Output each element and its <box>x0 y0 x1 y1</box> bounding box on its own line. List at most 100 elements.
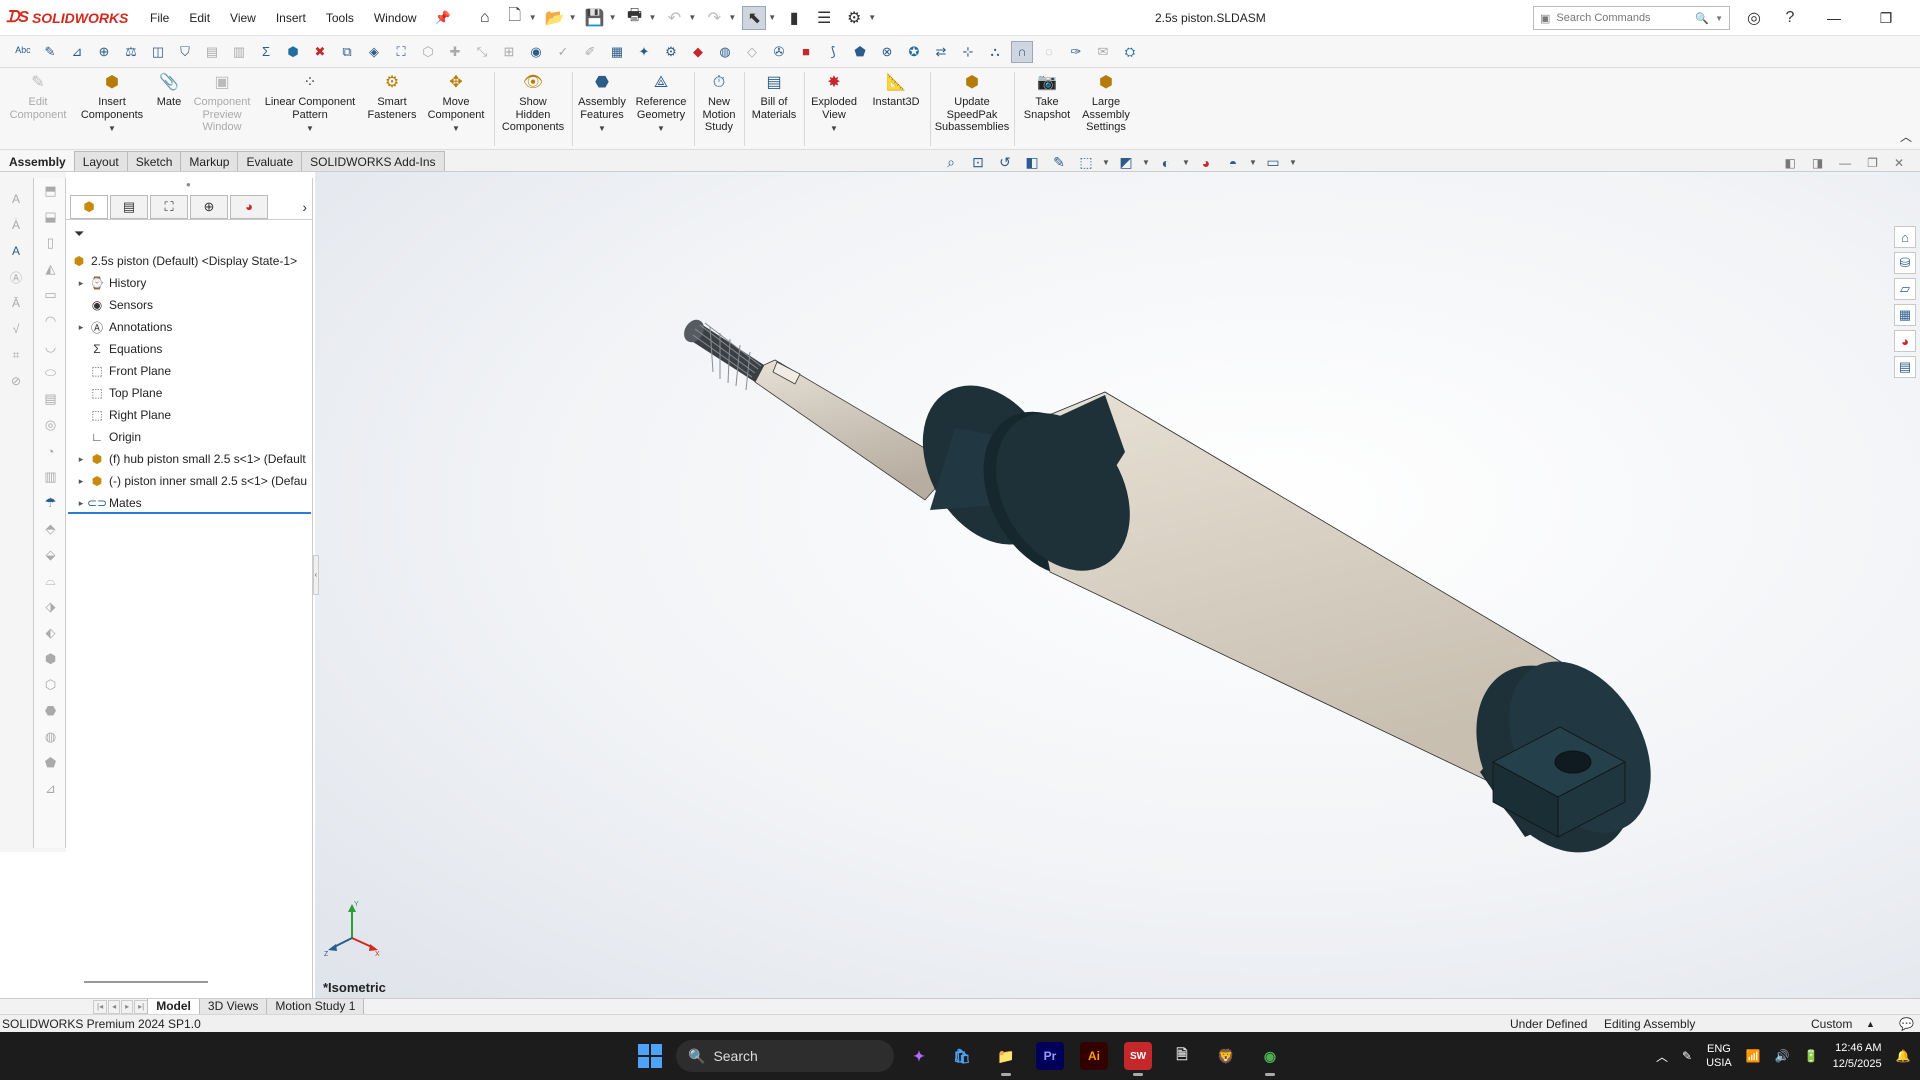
search-input[interactable]: Search Commands <box>1556 12 1650 24</box>
home-icon[interactable]: ⌂ <box>473 6 497 30</box>
sketch-text-icon[interactable]: A <box>4 186 28 212</box>
large-assembly-settings-button[interactable]: ⬢ Large Assembly Settings <box>1078 72 1134 134</box>
spell-check-icon[interactable]: ᴬᵇᶜ <box>12 41 34 63</box>
annotation-a-icon[interactable]: Ȧ <box>4 212 28 238</box>
smart-dimension-icon[interactable]: ⊿ <box>66 41 88 63</box>
strip-tool-18-icon[interactable]: ⬢ <box>34 646 67 672</box>
piston-model[interactable] <box>315 172 1920 998</box>
view-palette-icon[interactable]: ▦ <box>1894 304 1916 326</box>
disabled-tool-3-icon[interactable]: ⬡ <box>417 41 439 63</box>
tree-item-annotations[interactable]: ▸ Ⓐ Annotations <box>66 316 313 338</box>
prev-tab-icon[interactable]: ◂ <box>108 999 121 1014</box>
linear-pattern-dropdown-icon[interactable]: ▼ <box>306 123 314 136</box>
save-dropdown-icon[interactable]: ▼ <box>609 13 617 22</box>
note-icon[interactable]: A <box>4 238 28 264</box>
file-explorer-icon[interactable]: 📁 <box>992 1042 1020 1076</box>
pin-icon[interactable]: 📌 <box>427 10 459 26</box>
disabled-tool-9-icon[interactable]: ◇ <box>741 41 763 63</box>
disabled-tool-5-icon[interactable]: ⤡ <box>471 41 493 63</box>
move-component-dropdown-icon[interactable]: ▼ <box>452 123 460 136</box>
copilot-icon[interactable]: ✦ <box>905 1042 933 1070</box>
new-motion-study-button[interactable]: ⏱ New Motion Study <box>696 72 742 134</box>
options-gear-icon[interactable]: ⚙ <box>842 6 866 30</box>
display-style-dropdown-icon[interactable]: ▼ <box>1142 158 1150 167</box>
unit-system[interactable]: Custom <box>1811 1015 1852 1033</box>
balloon-icon[interactable]: Ⓐ <box>4 264 28 290</box>
user-account-icon[interactable]: ◎ <box>1745 8 1763 28</box>
design-library-icon[interactable]: ⛁ <box>1894 252 1916 274</box>
next-tab-icon[interactable]: ▸ <box>121 999 134 1014</box>
tab-markup[interactable]: Markup <box>180 151 239 171</box>
tree-item-piston-inner[interactable]: ▸ ⬢ (-) piston inner small 2.5 s<1> (Defau <box>66 470 313 492</box>
notification-bell-icon[interactable]: 🔔 <box>1896 1049 1911 1063</box>
strip-tool-7-icon[interactable]: ◡ <box>34 334 67 360</box>
render-icon[interactable]: ◍ <box>714 41 736 63</box>
solidworks-logo[interactable]: ᗪS SOLIDWORKS <box>0 9 140 27</box>
strip-tool-11-icon[interactable]: ◔ <box>34 438 67 464</box>
panel-resize-handle[interactable]: ‹ <box>313 555 319 595</box>
tab-3d-views[interactable]: 3D Views <box>198 998 268 1015</box>
strip-tool-20-icon[interactable]: ⬣ <box>34 698 67 724</box>
linear-component-pattern-button[interactable]: ⁘ Linear Component Pattern ▼ <box>258 72 362 136</box>
smart-fasteners-button[interactable]: ⚙ Smart Fasteners <box>362 72 422 121</box>
assembly-icon[interactable]: ⬢ <box>282 41 304 63</box>
magnet-icon[interactable]: ∩ <box>1011 40 1033 63</box>
print-dropdown-icon[interactable]: ▼ <box>649 13 657 22</box>
mass-properties-icon[interactable]: ⚖ <box>120 41 142 63</box>
view-orientation-dropdown-icon[interactable]: ▼ <box>1102 158 1110 167</box>
expand-icon[interactable]: ▸ <box>74 278 88 289</box>
new-document-icon[interactable]: 🗋 <box>503 6 527 30</box>
save-icon[interactable]: 💾 <box>583 6 607 30</box>
tree-item-right-plane[interactable]: ⬚ Right Plane <box>66 404 313 426</box>
strip-tool-22-icon[interactable]: ⬟ <box>34 750 67 776</box>
viewport-minimize-icon[interactable]: — <box>1839 156 1851 170</box>
search-dropdown-icon[interactable]: ▼ <box>1715 14 1723 23</box>
strip-tool-14-icon[interactable]: ⬙ <box>34 542 67 568</box>
illustrator-icon[interactable]: Ai <box>1080 1042 1108 1070</box>
zoom-to-area-icon[interactable]: ⊡ <box>967 154 989 171</box>
section-icon[interactable]: ◫ <box>147 41 169 63</box>
smart-component-icon[interactable]: ✪ <box>903 41 925 63</box>
route-icon[interactable]: ⇄ <box>930 41 952 63</box>
strip-tool-4-icon[interactable]: ◭ <box>34 256 67 282</box>
print-icon[interactable]: 🖶 <box>623 6 647 30</box>
start-button[interactable] <box>638 1044 662 1068</box>
tab-assembly[interactable]: Assembly <box>0 151 75 171</box>
filter-icon[interactable]: ⏷ <box>74 226 84 242</box>
rebuild-icon[interactable]: ▮ <box>782 6 806 30</box>
section-view-icon[interactable]: ◧ <box>1021 154 1043 171</box>
viewport-close-icon[interactable]: ✕ <box>1894 156 1904 170</box>
appearance-icon[interactable]: ◆ <box>687 41 709 63</box>
strip-tool-9-icon[interactable]: ▤ <box>34 386 67 412</box>
disabled-tool-7-icon[interactable]: ✓ <box>552 41 574 63</box>
reference-geometry-button[interactable]: ⟁ Reference Geometry ▼ <box>630 72 692 136</box>
strip-tool-21-icon[interactable]: ◍ <box>34 724 67 750</box>
strip-tool-13-icon[interactable]: ⬘ <box>34 516 67 542</box>
assembly-features-dropdown-icon[interactable]: ▼ <box>598 123 606 136</box>
mail-icon[interactable]: ✉ <box>1092 41 1114 63</box>
explode-icon[interactable]: ✦ <box>633 41 655 63</box>
edit-appearance-icon[interactable]: ◕ <box>1195 155 1217 171</box>
strip-tool-3-icon[interactable]: ▯ <box>34 230 67 256</box>
weld-symbol-icon[interactable]: ⌗ <box>4 342 28 368</box>
strip-tool-active-icon[interactable]: ☂ <box>34 490 67 516</box>
redo-dropdown-icon[interactable]: ▼ <box>728 13 736 22</box>
view-orientation-icon[interactable]: ⬚ <box>1075 154 1097 171</box>
previous-view-icon[interactable]: ↺ <box>994 154 1016 171</box>
strip-tool-6-icon[interactable]: ◠ <box>34 308 67 334</box>
help-icon[interactable]: ? <box>1781 9 1799 27</box>
markup-icon[interactable]: ✑ <box>1065 41 1087 63</box>
strip-tool-1-icon[interactable]: ⬒ <box>34 178 67 204</box>
microsoft-store-icon[interactable]: 🛍 <box>948 1042 976 1070</box>
chrome-icon[interactable]: ◉ <box>1256 1042 1284 1076</box>
align-icon[interactable]: ⊹ <box>957 41 979 63</box>
apply-scene-icon[interactable]: ◓ <box>1222 155 1244 171</box>
undo-dropdown-icon[interactable]: ▼ <box>688 13 696 22</box>
file-properties-icon[interactable]: ☰ <box>812 6 836 30</box>
appearances-icon[interactable]: ◕ <box>1894 330 1916 352</box>
hole-icon[interactable]: ◉ <box>525 41 547 63</box>
tree-item-front-plane[interactable]: ⬚ Front Plane <box>66 360 313 382</box>
menu-tools[interactable]: Tools <box>316 0 364 36</box>
restore-icon[interactable]: ❐ <box>1869 10 1903 27</box>
apply-scene-dropdown-icon[interactable]: ▼ <box>1249 158 1257 167</box>
